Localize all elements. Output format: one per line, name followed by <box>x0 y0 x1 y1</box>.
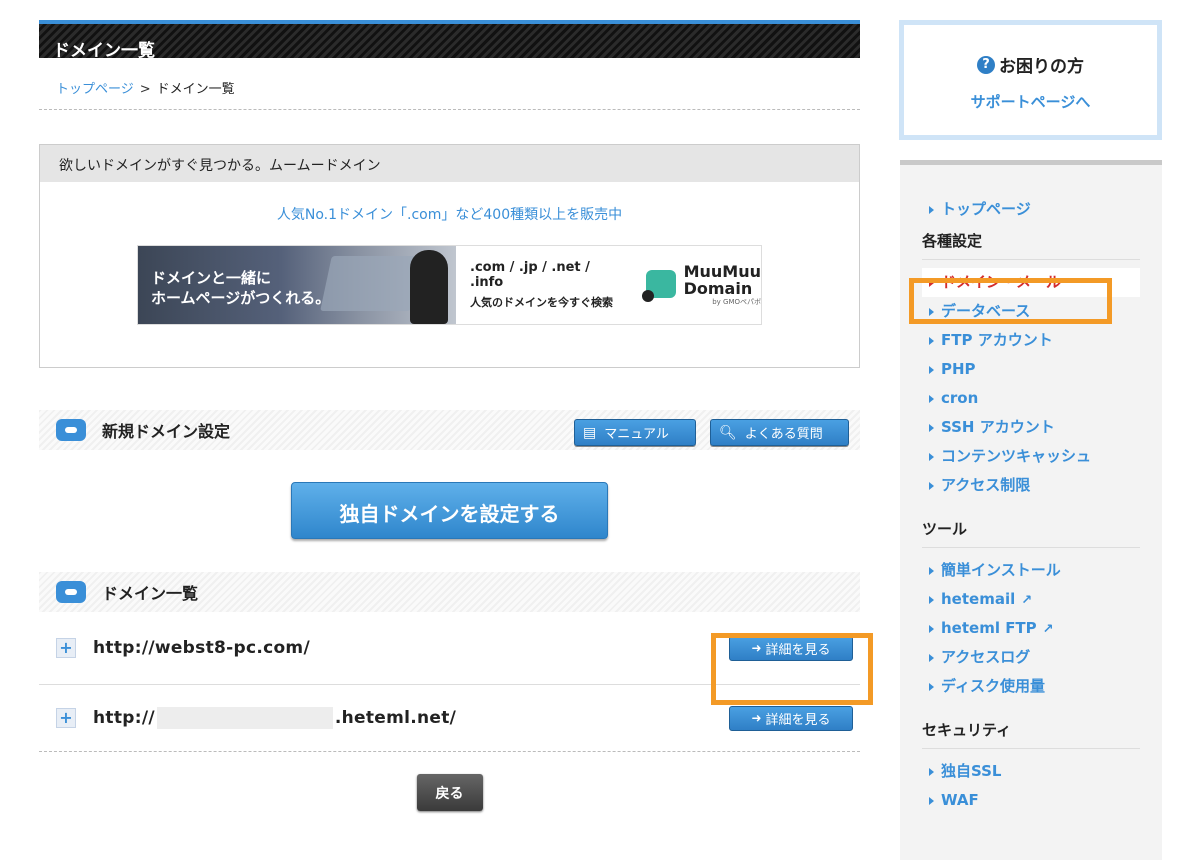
manual-button[interactable]: ▤ マニュアル <box>574 419 696 446</box>
sidebar-item-disk-usage[interactable]: ディスク使用量 <box>922 672 1162 701</box>
page-title: ドメイン一覧 <box>39 20 860 61</box>
laptop-illustration <box>320 256 422 311</box>
detail-label: 詳細を見る <box>765 712 831 728</box>
person-illustration <box>410 250 448 324</box>
banner-sub: 人気のドメインを今すぐ検索 <box>470 296 613 309</box>
sidebar-item-waf[interactable]: WAF <box>922 786 1162 815</box>
expand-icon[interactable]: + <box>56 638 76 658</box>
chevron-right-icon <box>929 796 934 805</box>
banner-left-line1: ドメインと一緒に <box>151 269 272 287</box>
chevron-right-icon <box>929 595 934 604</box>
banner-info: .com / .jp / .net / .info 人気のドメインを今すぐ検索 … <box>456 246 761 324</box>
help-box: ? お困りの方 サポートページへ <box>899 20 1162 140</box>
help-title: ? お困りの方 <box>904 52 1157 77</box>
chevron-right-icon <box>929 423 934 432</box>
chevron-right-icon <box>929 394 934 403</box>
sidebar-group-tools: ツール <box>922 512 1140 548</box>
highlight-detail-button <box>711 633 873 705</box>
logo-by: by GMOペパボ <box>712 298 761 306</box>
logo-line1: MuuMuu <box>683 262 761 281</box>
sidebar-group-settings: 各種設定 <box>922 224 1140 260</box>
sidebar-item-cron[interactable]: cron <box>922 384 1162 413</box>
sidebar-item-php[interactable]: PHP <box>922 355 1162 384</box>
chevron-right-icon <box>929 653 934 662</box>
back-button[interactable]: 戻る <box>416 774 483 811</box>
promo-box: 欲しいドメインがすぐ見つかる。ムームードメイン 人気No.1ドメイン「.com」… <box>39 144 860 368</box>
book-icon: ▤ <box>583 424 597 441</box>
sidebar-item-easy-install[interactable]: 簡単インストール <box>922 556 1162 585</box>
faq-button[interactable]: 🔍︎ よくある質問 <box>710 419 849 446</box>
expand-icon[interactable]: + <box>56 708 76 728</box>
sidebar-item-ssh[interactable]: SSH アカウント <box>922 413 1162 442</box>
highlight-domain-mail <box>909 278 1112 324</box>
sidebar-item-top[interactable]: トップページ <box>922 195 1162 224</box>
breadcrumb-separator: > <box>139 82 151 97</box>
banner-left-line2: ホームページがつくれる。 <box>151 289 331 307</box>
chevron-right-icon <box>929 452 934 461</box>
domain-url: http://.heteml.net/ <box>93 707 457 729</box>
muumuu-banner[interactable]: ドメインと一緒に ホームページがつくれる。 .com / .jp / .net … <box>137 245 762 325</box>
faq-label: よくある質問 <box>744 427 823 442</box>
question-icon: ? <box>977 55 995 74</box>
section-icon <box>56 419 86 441</box>
domain-url: http://webst8-pc.com/ <box>93 638 310 658</box>
redacted-text <box>156 707 333 729</box>
sidebar-item-access-log[interactable]: アクセスログ <box>922 643 1162 672</box>
domain-list-section-header: ドメイン一覧 <box>39 572 860 612</box>
manual-label: マニュアル <box>604 427 669 442</box>
chevron-right-icon <box>929 566 934 575</box>
domain-list-title: ドメイン一覧 <box>102 584 199 603</box>
sidebar-item-ftp[interactable]: FTP アカウント <box>922 326 1162 355</box>
sidebar-group-security: セキュリティ <box>922 713 1140 749</box>
logo-line2: Domain <box>683 279 753 298</box>
breadcrumb-current: ドメイン一覧 <box>156 82 235 97</box>
setup-domain-button[interactable]: 独自ドメインを設定する <box>291 482 608 539</box>
new-domain-title: 新規ドメイン設定 <box>102 422 231 441</box>
muumuu-logo: MuuMuu Domain by GMOペパボ <box>641 262 761 307</box>
sidebar-item-hetemail[interactable]: hetemail ↗ <box>922 585 1162 614</box>
section-icon <box>56 581 86 603</box>
muumuu-logo-icon <box>641 268 678 302</box>
arrow-right-icon: ➜ <box>751 711 762 725</box>
chevron-right-icon <box>929 767 934 776</box>
breadcrumb-home-link[interactable]: トップページ <box>56 82 134 97</box>
chevron-right-icon <box>929 336 934 345</box>
external-link-icon: ↗ <box>1042 622 1054 637</box>
chevron-right-icon <box>929 682 934 691</box>
detail-button[interactable]: ➜ 詳細を見る <box>729 705 853 731</box>
promo-heading: 欲しいドメインがすぐ見つかる。ムームードメイン <box>40 145 859 182</box>
sidebar-nav: トップページ 各種設定 ドメイン・メール データベース FTP アカウント PH… <box>900 160 1162 860</box>
sidebar-item-access-limit[interactable]: アクセス制限 <box>922 471 1162 500</box>
sidebar-item-cache[interactable]: コンテンツキャッシュ <box>922 442 1162 471</box>
banner-tlds: .com / .jp / .net / .info <box>470 260 590 290</box>
sidebar-item-heteml-ftp[interactable]: heteml FTP ↗ <box>922 614 1162 643</box>
external-link-icon: ↗ <box>1021 593 1033 608</box>
support-page-link[interactable]: サポートページへ <box>904 91 1157 112</box>
promo-link[interactable]: 人気No.1ドメイン「.com」など400種類以上を販売中 <box>40 204 859 224</box>
breadcrumb: トップページ > ドメイン一覧 <box>39 58 860 110</box>
new-domain-section-header: 新規ドメイン設定 ▤ マニュアル 🔍︎ よくある質問 <box>39 410 860 450</box>
search-icon: 🔍︎ <box>719 424 737 441</box>
chevron-right-icon <box>929 365 934 374</box>
sidebar-item-ssl[interactable]: 独自SSL <box>922 757 1162 786</box>
banner-photo: ドメインと一緒に ホームページがつくれる。 <box>138 246 456 324</box>
chevron-right-icon <box>929 481 934 490</box>
chevron-right-icon <box>929 624 934 633</box>
chevron-right-icon <box>929 205 934 214</box>
